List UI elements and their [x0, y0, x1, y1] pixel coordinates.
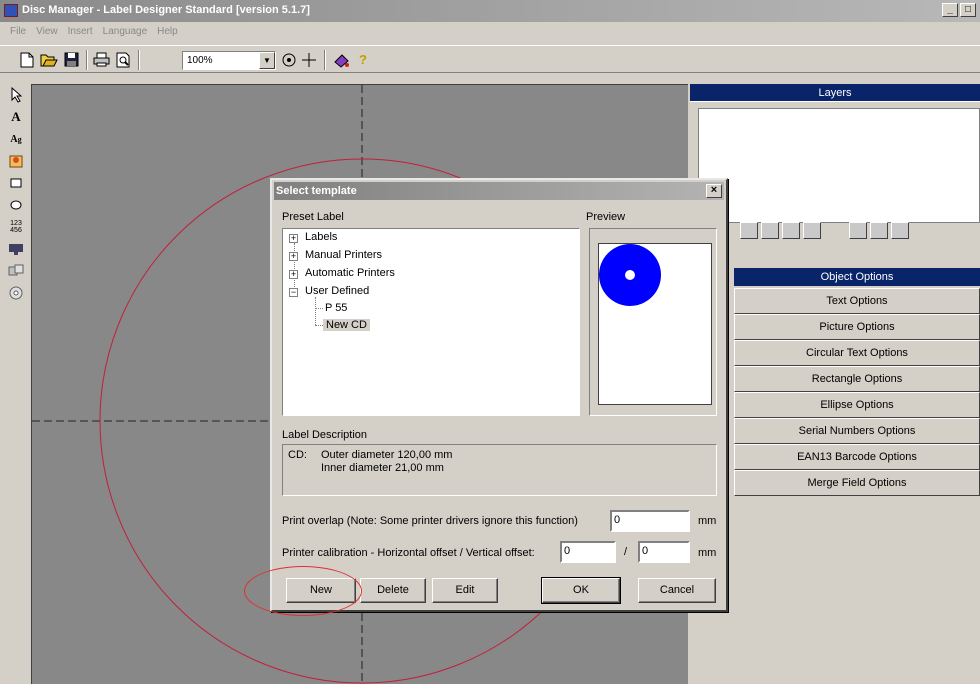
window-title: Disc Manager - Label Designer Standard [… [22, 4, 310, 16]
offset-separator: / [624, 546, 628, 558]
menu-insert[interactable]: Insert [64, 24, 99, 42]
rectangle-options-button[interactable]: Rectangle Options [734, 366, 980, 392]
label-description-heading: Label Description [282, 429, 367, 441]
unit-mm: mm [698, 515, 717, 527]
paint-icon[interactable] [332, 51, 350, 68]
delete-layer-icon[interactable] [891, 222, 909, 239]
crosshair-icon[interactable] [300, 51, 318, 68]
label-description-box: CD: Outer diameter 120,00 mm Inner diame… [282, 444, 717, 496]
ean13-barcode-options-button[interactable]: EAN13 Barcode Options [734, 444, 980, 470]
expand-automatic-printers-icon[interactable]: + [289, 270, 298, 279]
layers-list[interactable] [698, 108, 980, 223]
select-template-dialog: Select template × Preset Label Preview +… [270, 178, 728, 612]
tree-item-labels[interactable]: Labels [305, 231, 337, 243]
new-icon[interactable] [18, 51, 36, 68]
ok-button[interactable]: OK [541, 577, 621, 604]
new-button[interactable]: New [286, 578, 356, 603]
circular-text-options-button[interactable]: Circular Text Options [734, 340, 980, 366]
edit-button[interactable]: Edit [432, 578, 498, 603]
layer-toolbar [740, 222, 909, 239]
menu-file[interactable]: File [6, 24, 32, 42]
tool-palette: A Ag 123 456 [6, 84, 26, 304]
right-panel: Layers Object Options Text Options Pictu… [690, 84, 980, 684]
save-icon[interactable] [62, 51, 80, 68]
close-icon[interactable]: × [706, 184, 722, 198]
cd-preview-image [599, 244, 661, 306]
menu-view[interactable]: View [32, 24, 64, 42]
layer-forward-icon[interactable] [761, 222, 779, 239]
ellipse-options-button[interactable]: Ellipse Options [734, 392, 980, 418]
description-type: CD: [288, 449, 307, 461]
layer-back-icon[interactable] [803, 222, 821, 239]
delete-button[interactable]: Delete [360, 578, 426, 603]
title-bar: Disc Manager - Label Designer Standard [… [0, 0, 980, 22]
help-icon[interactable]: ? [354, 51, 372, 68]
menu-help[interactable]: Help [153, 24, 184, 42]
object-options-button[interactable]: Object Options [734, 268, 980, 286]
app-window: Disc Manager - Label Designer Standard [… [0, 0, 980, 684]
description-outer: Outer diameter 120,00 mm [321, 449, 453, 461]
unit-mm-2: mm [698, 547, 717, 559]
text-tool-icon[interactable]: A [6, 106, 26, 128]
tree-item-p55[interactable]: P 55 [325, 302, 347, 314]
circular-text-tool-icon[interactable]: Ag [6, 128, 26, 150]
tree-item-new-cd[interactable]: New CD [323, 319, 370, 331]
print-overlap-label: Print overlap (Note: Some printer driver… [282, 515, 578, 527]
lock-icon[interactable] [870, 222, 888, 239]
open-icon[interactable] [40, 51, 58, 68]
expand-manual-printers-icon[interactable]: + [289, 252, 298, 261]
horizontal-offset-input[interactable]: 0 [560, 541, 616, 563]
menu-bar: File View Insert Language Help [0, 24, 184, 42]
tree-item-manual-printers[interactable]: Manual Printers [305, 249, 382, 261]
snap-icon[interactable] [280, 51, 298, 68]
vertical-offset-input[interactable]: 0 [638, 541, 690, 563]
tree-item-automatic-printers[interactable]: Automatic Printers [305, 267, 395, 279]
app-icon [4, 4, 18, 17]
preview-panel [598, 243, 712, 405]
expand-labels-icon[interactable]: + [289, 234, 298, 243]
preview-heading: Preview [586, 211, 626, 223]
serial-tool-icon[interactable]: 123 456 [6, 216, 26, 238]
picture-options-button[interactable]: Picture Options [734, 314, 980, 340]
dialog-title-bar: Select template × [274, 182, 724, 200]
merge-tool-icon[interactable] [6, 260, 26, 282]
calibration-label: Printer calibration - Horizontal offset … [282, 547, 535, 559]
rectangle-tool-icon[interactable] [6, 172, 26, 194]
cd-tool-icon[interactable] [6, 282, 26, 304]
ellipse-tool-icon[interactable] [6, 194, 26, 216]
chevron-down-icon[interactable]: ▼ [259, 52, 275, 69]
zoom-value: 100% [187, 55, 213, 66]
layer-visible-icon[interactable] [849, 222, 867, 239]
description-inner: Inner diameter 21,00 mm [321, 462, 444, 474]
picture-tool-icon[interactable] [6, 150, 26, 172]
print-preview-icon[interactable] [114, 51, 132, 68]
menu-language[interactable]: Language [99, 24, 154, 42]
print-overlap-input[interactable]: 0 [610, 510, 690, 532]
layer-front-icon[interactable] [740, 222, 758, 239]
layers-header: Layers [690, 84, 980, 102]
preview-frame [589, 228, 717, 416]
collapse-user-defined-icon[interactable]: − [289, 288, 298, 297]
dialog-title: Select template [276, 185, 357, 197]
serial-numbers-options-button[interactable]: Serial Numbers Options [734, 418, 980, 444]
pointer-tool-icon[interactable] [6, 84, 26, 106]
template-tree[interactable]: + Labels + Manual Printers + Automatic P… [282, 228, 580, 416]
tree-item-user-defined[interactable]: User Defined [305, 285, 369, 297]
print-icon[interactable] [92, 51, 110, 68]
maximize-button[interactable]: □ [960, 3, 976, 17]
layer-backward-icon[interactable] [782, 222, 800, 239]
options-list: Object Options Text Options Picture Opti… [734, 268, 980, 496]
cancel-button[interactable]: Cancel [638, 578, 716, 603]
barcode-tool-icon[interactable] [6, 238, 26, 260]
preset-label-heading: Preset Label [282, 211, 344, 223]
minimize-button[interactable]: _ [942, 3, 958, 17]
merge-field-options-button[interactable]: Merge Field Options [734, 470, 980, 496]
text-options-button[interactable]: Text Options [734, 288, 980, 314]
toolbar: 100% ▼ ? [0, 45, 980, 73]
zoom-select[interactable]: 100% ▼ [182, 51, 276, 70]
